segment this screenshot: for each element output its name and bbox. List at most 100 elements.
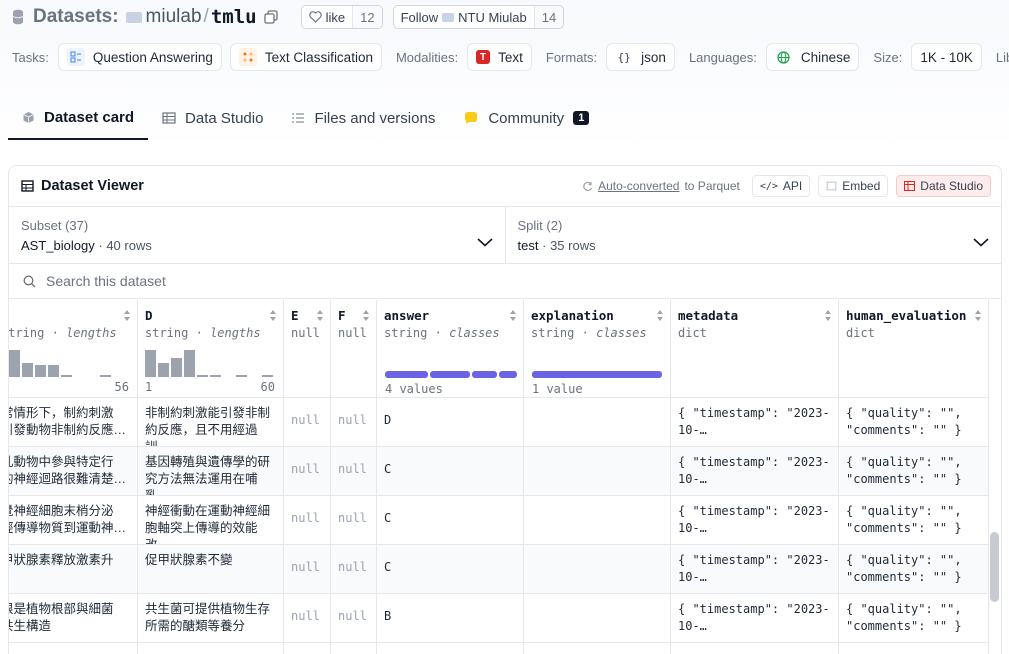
auto-converted-link[interactable]: Auto-converted to Parquet xyxy=(582,179,740,193)
cell-text: { "timestamp": "2023- xyxy=(678,602,830,616)
tab-label: Files and versions xyxy=(314,109,436,127)
class-distribution-bar[interactable] xyxy=(385,371,517,378)
column-header[interactable]: metadata dict xyxy=(671,300,838,398)
tag-question-answering[interactable]: Question Answering xyxy=(57,43,222,71)
cell-explanation[interactable] xyxy=(524,496,671,545)
hist-bar xyxy=(236,375,247,377)
repo-header: Datasets: miulab / tmlu like 12 Follow NT… xyxy=(0,0,1009,150)
tag-size[interactable]: 1K - 10K xyxy=(911,43,982,71)
tag-text-modality[interactable]: T Text xyxy=(467,43,532,71)
embed-button[interactable]: Embed xyxy=(818,175,889,197)
column-name: answer xyxy=(384,308,430,323)
hist-bar xyxy=(171,358,182,377)
cell-e[interactable]: null xyxy=(284,447,331,496)
cell-answer[interactable]: D xyxy=(377,398,524,447)
sort-icon[interactable] xyxy=(509,309,517,322)
repo-name[interactable]: tmlu xyxy=(211,6,257,28)
sort-icon[interactable] xyxy=(123,309,131,322)
cell-f[interactable]: null xyxy=(331,545,377,594)
cell-metadata[interactable]: { "timestamp": "2023- 10-… xyxy=(671,398,839,447)
class-distribution-bar[interactable] xyxy=(532,371,662,378)
api-button[interactable]: </> API xyxy=(751,175,811,197)
cell-human-evaluation[interactable]: { "quality": "", "comments": "" } xyxy=(839,496,989,545)
cell-explanation[interactable] xyxy=(524,447,671,496)
cell-c[interactable]: 根是植物根部與細菌共生構造 xyxy=(9,594,138,643)
tag-json-format[interactable]: {} json xyxy=(606,43,675,71)
tab-dataset-card[interactable]: Dataset card xyxy=(8,96,149,140)
copy-icon[interactable] xyxy=(263,10,278,24)
subset-select[interactable]: Subset (37) AST_biology · 40 rows xyxy=(9,207,505,263)
cell-metadata[interactable]: { "timestamp": "2023- 10-… xyxy=(671,447,839,496)
section-title[interactable]: Datasets: xyxy=(33,6,119,28)
cell-human-evaluation[interactable]: { "quality": "", "comments": "" } xyxy=(839,594,989,643)
cell-answer[interactable]: C xyxy=(377,496,524,545)
code-icon: </> xyxy=(759,180,778,192)
cell-e[interactable]: null xyxy=(284,398,331,447)
cell-d[interactable]: 神經衝動在運動神經細 胞軸突上傳導的效能改… xyxy=(138,496,284,545)
split-select[interactable]: Split (2) test · 35 rows xyxy=(504,207,1002,263)
cell-d[interactable]: 非制約刺激能引發非制 約反應，且不用經過訓… xyxy=(138,398,284,447)
column-header[interactable]: human_evaluation dict xyxy=(839,300,988,398)
cell-d[interactable]: 基因轉殖與遺傳學的研 究方法無法運用在哺乳… xyxy=(138,447,284,496)
cell-e[interactable]: null xyxy=(284,594,331,643)
tab-data-studio[interactable]: Data Studio xyxy=(148,96,277,140)
sort-icon[interactable] xyxy=(656,309,664,322)
cell-f[interactable]: null xyxy=(331,496,377,545)
hist-min: 1 xyxy=(145,380,153,394)
cell-text: 所需的醣類等養分 xyxy=(145,619,246,633)
tasks-label: Tasks: xyxy=(12,49,49,65)
follow-button[interactable]: Follow NTU Miulab 14 xyxy=(392,5,565,29)
sort-icon[interactable] xyxy=(824,309,832,322)
cell-answer[interactable]: C xyxy=(377,545,524,594)
refresh-icon xyxy=(583,181,593,191)
cell-human-evaluation[interactable]: { "quality": "", "comments": "" } xyxy=(839,447,989,496)
cell-d[interactable]: 促甲狀腺素不變 xyxy=(138,545,284,594)
cell-f[interactable]: null xyxy=(331,594,377,643)
cell-f[interactable]: null xyxy=(331,447,377,496)
cell-metadata[interactable]: { "timestamp": "2023- 10-… xyxy=(671,496,839,545)
cell-e[interactable]: null xyxy=(284,496,331,545)
cell-c[interactable]: 常情形下，制約刺激 引發動物非制約反應… xyxy=(9,398,138,447)
cell-text: C xyxy=(384,511,392,525)
tag-text-classification[interactable]: Text Classification xyxy=(229,43,382,71)
like-label: like xyxy=(325,9,346,25)
cell-explanation[interactable] xyxy=(524,398,671,447)
vertical-scrollbar[interactable] xyxy=(990,532,999,602)
cell-c[interactable]: 乳動物中參與特定行 的神經迴路很難清楚… xyxy=(9,447,138,496)
cell-answer[interactable]: B xyxy=(377,594,524,643)
sort-icon[interactable] xyxy=(362,309,370,322)
cell-human-evaluation[interactable]: { "quality": "", "comments": "" } xyxy=(839,545,989,594)
cell-human-evaluation[interactable]: { "quality": "", "comments": "" } xyxy=(839,398,989,447)
sort-icon[interactable] xyxy=(974,309,982,322)
cell-d[interactable]: 共生菌可提供植物生存 所需的醣類等養分 xyxy=(138,594,284,643)
cell-text: 胞軸突上傳導的效能改… xyxy=(145,521,258,545)
column-header[interactable]: answer string · classes 4 values xyxy=(377,300,523,398)
cell-f[interactable]: null xyxy=(331,398,377,447)
cell-text: null xyxy=(338,511,367,525)
cell-explanation[interactable] xyxy=(524,545,671,594)
column-header[interactable]: F null xyxy=(331,300,376,398)
search-input[interactable]: Search this dataset xyxy=(46,273,166,289)
cell-answer[interactable]: C xyxy=(377,447,524,496)
follow-count: 14 xyxy=(533,6,564,28)
cell-c[interactable]: 覺神經細胞末梢分泌 經傳導物質到運動神… xyxy=(9,496,138,545)
tab-community[interactable]: Community 1 xyxy=(449,96,603,140)
tab-files-and-versions[interactable]: Files and versions xyxy=(277,96,449,140)
cell-c[interactable]: 甲狀腺素釋放激素升 xyxy=(9,545,138,594)
tag-chinese-language[interactable]: Chinese xyxy=(765,43,860,71)
cell-e[interactable]: null xyxy=(284,545,331,594)
data-studio-button[interactable]: Data Studio xyxy=(896,175,991,197)
column-header[interactable]: explanation string · classes 1 value xyxy=(524,300,670,398)
sort-icon[interactable] xyxy=(269,309,277,322)
sort-icon[interactable] xyxy=(316,309,324,322)
search-bar[interactable]: Search this dataset xyxy=(9,264,1001,299)
like-button[interactable]: like 12 xyxy=(300,5,383,29)
cell-explanation[interactable] xyxy=(524,594,671,643)
column-type: null xyxy=(338,326,367,340)
column-header[interactable]: E null xyxy=(284,300,330,398)
org-link[interactable]: miulab xyxy=(146,6,202,28)
column-header[interactable]: D string · lengths 1 60 xyxy=(138,300,283,398)
cell-metadata[interactable]: { "timestamp": "2023- 10-… xyxy=(671,594,839,643)
cell-metadata[interactable]: { "timestamp": "2023- 10-… xyxy=(671,545,839,594)
column-header[interactable]: string · lengths 56 xyxy=(9,300,137,398)
